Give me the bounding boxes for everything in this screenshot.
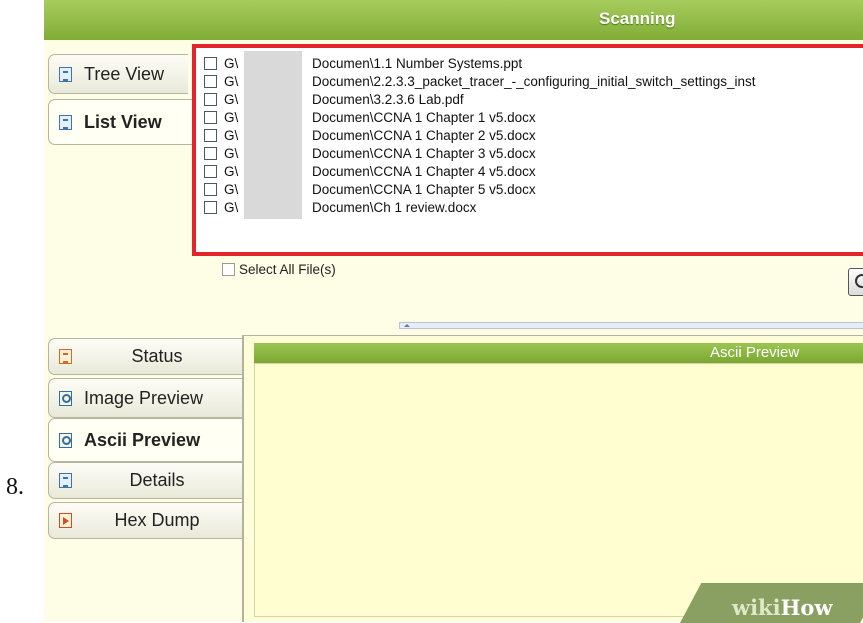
file-path: Documen\Ch 1 review.docx [312,199,477,215]
panel-splitter[interactable] [399,322,863,329]
file-list-item[interactable]: G\ Documen\CCNA 1 Chapter 5 v5.docx [204,177,536,201]
tab-list-view-label: List View [84,111,162,132]
tree-view-icon [59,66,72,82]
file-checkbox[interactable] [204,182,217,196]
file-checkbox[interactable] [204,56,217,70]
status-icon [59,349,72,364]
select-all-files[interactable]: Select All File(s) [222,262,336,277]
file-list-item[interactable]: G\ Documen\3.2.3.6 Lab.pdf [204,87,464,111]
file-drive: G\ [224,109,239,125]
file-checkbox[interactable] [204,74,217,88]
tab-image-preview-label: Image Preview [84,387,204,408]
tab-hex-dump[interactable]: Hex Dump [48,502,242,539]
file-drive: G\ [224,181,239,197]
tab-tree-view[interactable]: Tree View [48,54,188,94]
tab-image-preview[interactable]: Image Preview [48,378,242,418]
hex-dump-icon [59,513,72,528]
tab-tree-view-label: Tree View [84,63,165,84]
details-icon [59,473,72,488]
tab-hex-dump-label: Hex Dump [114,510,200,530]
file-drive: G\ [224,145,239,161]
file-path: Documen\CCNA 1 Chapter 5 v5.docx [312,181,536,197]
recovery-app-window: Scanning Tree View List View G\ Documen\… [44,0,863,622]
file-list-item[interactable]: G\ Documen\CCNA 1 Chapter 3 v5.docx [204,141,536,165]
file-list-item[interactable]: G\ Documen\2.2.3.3_packet_tracer_-_confi… [204,69,756,93]
file-checkbox[interactable] [204,146,217,160]
file-list-item[interactable]: G\ Documen\CCNA 1 Chapter 1 v5.docx [204,105,536,129]
file-path: Documen\CCNA 1 Chapter 2 v5.docx [312,127,536,143]
file-list-item[interactable]: G\ Documen\CCNA 1 Chapter 4 v5.docx [204,159,536,183]
file-checkbox[interactable] [204,110,217,124]
file-drive: G\ [224,55,239,71]
preview-panel: Ascii Preview [242,335,863,622]
file-drive: G\ [224,199,239,215]
scanning-title: Scanning [599,9,676,28]
file-checkbox[interactable] [204,128,217,142]
file-drive: G\ [224,73,239,89]
ascii-preview-icon [59,432,72,448]
file-path: Documen\2.2.3.3_packet_tracer_-_configur… [312,73,756,89]
list-fade [196,242,863,252]
select-all-checkbox[interactable] [222,263,235,276]
wikihow-watermark: wikiHow [732,595,833,620]
preview-title-bar: Ascii Preview [254,343,863,363]
file-checkbox[interactable] [204,200,217,214]
tab-status-label: Status [131,346,183,366]
tab-status[interactable]: Status [48,338,242,375]
watermark-wiki: wiki [732,595,781,620]
scanning-header-bar: Scanning [44,0,863,40]
tab-ascii-preview-label: Ascii Preview [84,429,201,450]
file-path: Documen\CCNA 1 Chapter 3 v5.docx [312,145,536,161]
image-preview-icon [59,390,72,406]
ascii-preview-content[interactable] [254,363,863,617]
select-all-label: Select All File(s) [239,262,336,277]
tab-ascii-preview[interactable]: Ascii Preview [48,418,244,462]
tab-details-label: Details [129,470,185,490]
file-path: Documen\1.1 Number Systems.ppt [312,55,523,71]
file-list[interactable]: G\ Documen\1.1 Number Systems.ppt G\ Doc… [192,44,863,256]
search-button[interactable] [848,268,863,296]
list-view-icon [59,114,72,130]
file-drive: G\ [224,127,239,143]
file-path: Documen\CCNA 1 Chapter 1 v5.docx [312,109,536,125]
file-checkbox[interactable] [204,92,217,106]
tab-list-view[interactable]: List View [48,99,193,145]
file-drive: G\ [224,91,239,107]
file-checkbox[interactable] [204,164,217,178]
file-path: Documen\CCNA 1 Chapter 4 v5.docx [312,163,536,179]
file-list-item[interactable]: G\ Documen\1.1 Number Systems.ppt [204,51,522,75]
file-list-item[interactable]: G\ Documen\Ch 1 review.docx [204,195,476,219]
file-path: Documen\3.2.3.6 Lab.pdf [312,91,464,107]
preview-title: Ascii Preview [710,344,800,361]
watermark-how: How [780,595,833,620]
step-number: 8. [6,474,24,500]
tab-details[interactable]: Details [48,462,242,499]
file-drive: G\ [224,163,239,179]
file-list-item[interactable]: G\ Documen\CCNA 1 Chapter 2 v5.docx [204,123,536,147]
redacted-folder [244,195,302,219]
